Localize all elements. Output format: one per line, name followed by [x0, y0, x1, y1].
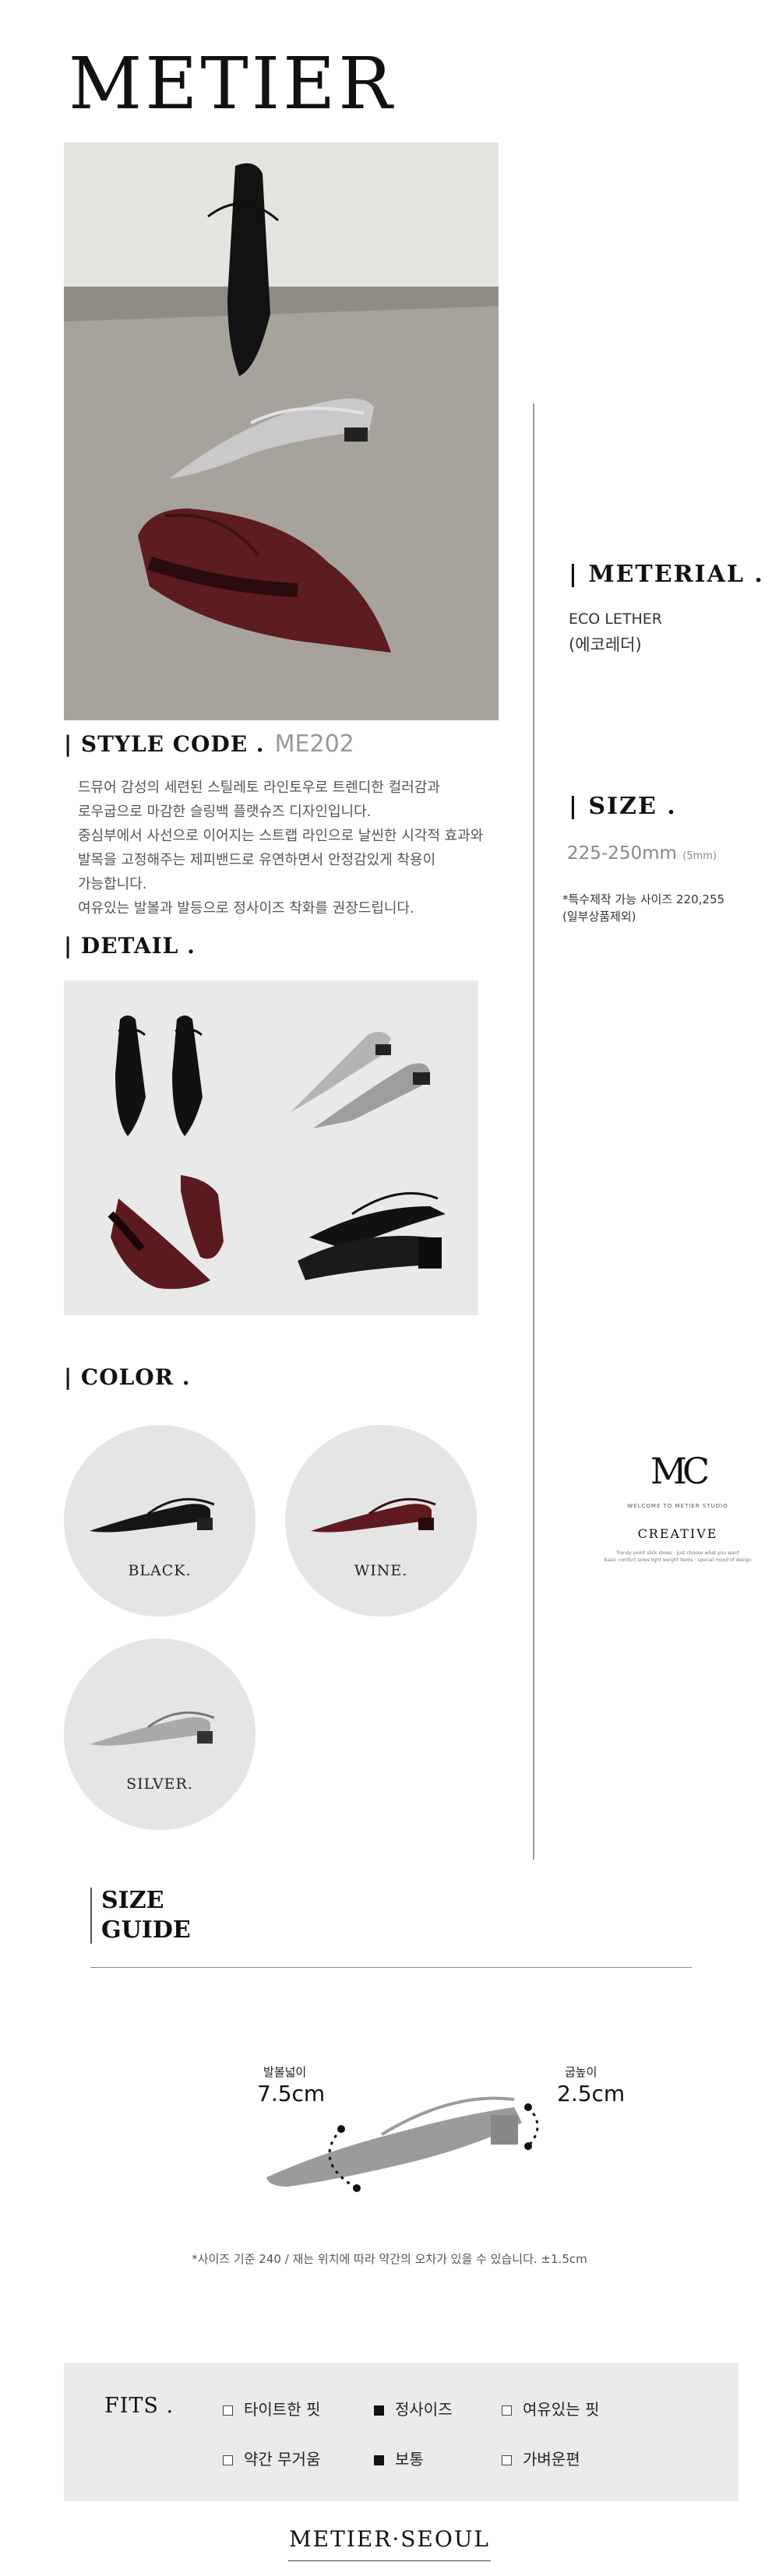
- width-value: 7.5cm: [257, 2081, 326, 2106]
- size-range: 225-250mm (5mm): [567, 843, 717, 864]
- mc-monogram-icon: MC: [650, 1450, 710, 1492]
- hero-image: [64, 143, 499, 720]
- footer-logo: METIER·SEOUL: [288, 2526, 491, 2552]
- size-guide-note: *사이즈 기준 240 / 재는 위치에 따라 약간의 오차가 있을 수 있습니…: [192, 2252, 587, 2266]
- color-option-black[interactable]: BLACK.: [64, 1425, 256, 1617]
- badge-welcome: WELCOME TO METIER STUDIO: [627, 1503, 728, 1509]
- style-code-value: ME202: [274, 730, 354, 758]
- fit-label: 여유있는 핏: [523, 2400, 600, 2419]
- size-guide-divider: [90, 1967, 692, 1968]
- size-note-1: *특수제작 가능 사이즈 220,255: [562, 892, 725, 906]
- size-guide-bar: [90, 1888, 92, 1944]
- fit-option-true-size[interactable]: 정사이즈: [374, 2397, 453, 2419]
- fits-box: FITS . 타이트한 핏 정사이즈 여유있는 핏 약간 무거움 보통 가벼운편: [64, 2363, 738, 2501]
- size-step: (5mm): [682, 850, 717, 862]
- footer-underline: [288, 2560, 491, 2561]
- detail-heading: | DETAIL .: [64, 933, 196, 959]
- style-code-heading: | STYLE CODE .: [64, 731, 265, 757]
- fit-label: 가벼운편: [523, 2450, 580, 2469]
- fit-option-loose[interactable]: 여유있는 핏: [502, 2397, 599, 2419]
- fits-heading: FITS .: [104, 2394, 174, 2418]
- checkbox-icon: [223, 2405, 233, 2416]
- width-label: 발볼넓이: [263, 2065, 307, 2079]
- description-line: 로우굽으로 마감한 슬링백 플랫슈즈 디자인입니다.: [78, 804, 372, 820]
- creative-badge: MC WELCOME TO METIER STUDIO CREATIVE Tre…: [600, 1453, 756, 1563]
- fit-option-normal[interactable]: 보통: [374, 2447, 424, 2469]
- brand-logo: METIER: [69, 42, 396, 125]
- badge-small-1: Trendy point slick shoes · just choose w…: [616, 1550, 739, 1556]
- detail-image: [64, 980, 478, 1315]
- vertical-divider: [533, 403, 534, 1860]
- fit-label: 타이트한 핏: [244, 2400, 321, 2419]
- color-option-silver[interactable]: SILVER.: [64, 1638, 256, 1830]
- fit-option-tight[interactable]: 타이트한 핏: [223, 2397, 320, 2419]
- product-description: 드뮤어 감성의 세련된 스틸레토 라인토우로 트렌디한 컬러감과 로우굽으로 마…: [78, 776, 483, 920]
- size-note-2: (일부상품제외): [562, 910, 636, 924]
- checkbox-icon: [502, 2455, 512, 2465]
- color-label: BLACK.: [128, 1562, 192, 1579]
- fit-option-slightly-heavy[interactable]: 약간 무거움: [223, 2447, 320, 2469]
- heel-label: 굽높이: [565, 2065, 597, 2079]
- description-line: 여유있는 발볼과 발등으로 정사이즈 착화를 권장드립니다.: [78, 900, 414, 917]
- size-range-value: 225-250mm: [567, 843, 677, 864]
- color-option-wine[interactable]: WINE.: [285, 1425, 477, 1617]
- checkbox-checked-icon: [374, 2455, 384, 2465]
- material-heading: | METERIAL .: [569, 561, 764, 588]
- color-label: WINE.: [354, 1562, 408, 1579]
- checkbox-checked-icon: [374, 2405, 384, 2416]
- fit-label: 약간 무거움: [244, 2450, 321, 2469]
- size-guide-heading-line: SIZE: [101, 1887, 164, 1914]
- material-value-en: ECO LETHER: [569, 611, 662, 628]
- style-code-row: | STYLE CODE . ME202: [64, 730, 354, 758]
- description-line: 발목을 고정해주는 제피밴드로 유연하면서 안정감있게 착용이: [78, 852, 436, 868]
- checkbox-icon: [502, 2405, 512, 2416]
- badge-title: CREATIVE: [637, 1526, 718, 1541]
- fit-label: 정사이즈: [395, 2400, 453, 2419]
- fit-option-light[interactable]: 가벼운편: [502, 2447, 580, 2469]
- description-line: 중심부에서 사선으로 이어지는 스트랩 라인으로 날씬한 시각적 효과와: [78, 828, 484, 844]
- size-guide-heading: SIZE GUIDE: [101, 1886, 191, 1945]
- fit-label: 보통: [395, 2450, 424, 2469]
- color-label: SILVER.: [126, 1775, 193, 1793]
- badge-small-2: Basic comfort soles light weight items ·…: [604, 1557, 752, 1563]
- material-value-ko: (에코레더): [569, 635, 642, 654]
- color-heading: | COLOR .: [64, 1364, 191, 1390]
- checkbox-icon: [223, 2455, 233, 2465]
- description-line: 드뮤어 감성의 세련된 스틸레토 라인토우로 트렌디한 컬러감과: [78, 779, 440, 796]
- size-heading: | SIZE .: [569, 793, 677, 820]
- description-line: 가능합니다.: [78, 876, 147, 892]
- heel-value: 2.5cm: [557, 2081, 626, 2106]
- size-guide-heading-line: GUIDE: [101, 1916, 191, 1944]
